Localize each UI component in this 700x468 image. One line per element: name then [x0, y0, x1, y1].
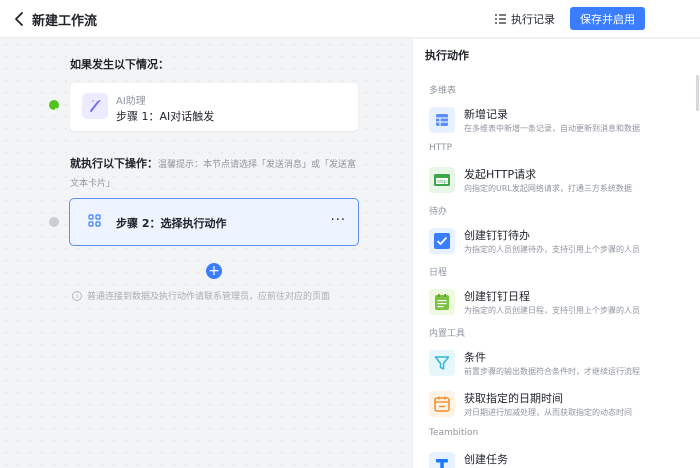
if-condition-label: 如果发生以下情况：	[70, 58, 169, 71]
action-item-create-calendar[interactable]: 创建钉钉日程 为指定的人员创建日程，支持引用上个步骤的人员	[429, 285, 679, 325]
then-action-text: 就执行以下操作：	[70, 157, 158, 170]
action-item-desc: 在多维表中新增一条记录，自动更新到消息和数据	[464, 124, 640, 133]
action-item-title: 创建任务	[464, 453, 508, 466]
permission-notice: i 普通连接到数据及执行动作请联系管理员，应前往对应的页面	[72, 289, 330, 302]
svg-text:http: http	[437, 179, 446, 185]
trigger-status-icon	[49, 100, 59, 113]
then-action-label: 就执行以下操作：温馨提示：本节点请选择「发送消息」或「发送富文本卡片」	[70, 155, 360, 193]
action-item-title: 创建钉钉日程	[464, 290, 530, 303]
action-step-title: 步骤 2：选择执行动作	[116, 217, 227, 230]
trigger-step-card[interactable]: AI助理 步骤 1：AI对话触发	[70, 83, 358, 131]
action-item-title: 新增记录	[464, 108, 508, 121]
action-item-title: 创建钉钉待办	[464, 229, 530, 242]
action-item-http-request[interactable]: http 发起HTTP请求 向指定的URL发起网络请求，打通三方系统数据	[429, 163, 679, 203]
action-status-icon	[49, 217, 59, 227]
action-item-create-todo[interactable]: 创建钉钉待办 为指定的人员创建待办，支持引用上个步骤的人员	[429, 224, 679, 264]
group-label-todo: 待办	[429, 207, 448, 217]
date-time-icon	[429, 391, 455, 417]
action-item-desc: 为指定的人员创建日程，支持引用上个步骤的人员	[464, 306, 640, 315]
action-item-title: 条件	[464, 351, 486, 364]
back-arrow-icon[interactable]	[12, 10, 28, 28]
group-label-bitable: 多维表	[429, 86, 457, 96]
info-icon: i	[72, 290, 82, 301]
ai-wand-icon	[82, 93, 108, 119]
action-picker-panel: 执行动作 多维表 新增记录 在多维表中新增一条记录，自动更新到消息和数据 HTT…	[412, 39, 700, 468]
list-filter-icon	[495, 14, 506, 24]
http-icon: http	[429, 167, 455, 193]
action-item-add-record[interactable]: 新增记录 在多维表中新增一条记录，自动更新到消息和数据	[429, 103, 679, 143]
execution-history-label: 执行记录	[511, 13, 555, 26]
filter-icon	[429, 350, 455, 376]
group-label-calendar: 日程	[429, 268, 448, 278]
action-item-create-task[interactable]: 创建任务	[429, 448, 679, 468]
execution-history-button[interactable]: 执行记录	[494, 9, 555, 29]
action-item-desc: 向指定的URL发起网络请求，打通三方系统数据	[464, 184, 632, 193]
action-item-condition[interactable]: 条件 前置步骤的输出数据符合条件时，才继续运行流程	[429, 346, 679, 386]
group-label-builtin-tools: 内置工具	[429, 329, 466, 339]
trigger-step-title: 步骤 1：AI对话触发	[116, 110, 215, 123]
action-step-card[interactable]: 步骤 2：选择执行动作 ···	[69, 198, 359, 246]
save-and-enable-button[interactable]: 保存并启用	[570, 7, 645, 30]
group-label-http: HTTP	[429, 143, 453, 153]
table-icon	[429, 107, 455, 133]
more-options-icon[interactable]: ···	[331, 213, 346, 228]
top-header: 新建工作流 执行记录 保存并启用	[0, 0, 700, 38]
action-item-get-datetime[interactable]: 获取指定的日期时间 对日期进行加减处理，从而获取指定的动态时间	[429, 387, 679, 427]
action-item-title: 发起HTTP请求	[464, 168, 537, 181]
action-item-desc: 前置步骤的输出数据符合条件时，才继续运行流程	[464, 367, 640, 376]
panel-scrollbar[interactable]	[696, 75, 699, 111]
action-item-desc: 为指定的人员创建待办，支持引用上个步骤的人员	[464, 245, 640, 254]
group-label-teambition: Teambition	[429, 428, 479, 438]
page-title: 新建工作流	[32, 14, 98, 29]
add-step-button[interactable]: +	[206, 263, 222, 279]
permission-notice-text: 普通连接到数据及执行动作请联系管理员，应前往对应的页面	[87, 292, 331, 302]
todo-check-icon	[429, 228, 455, 254]
calendar-icon	[429, 289, 455, 315]
action-item-title: 获取指定的日期时间	[464, 392, 563, 405]
action-item-desc: 对日期进行加减处理，从而获取指定的动态时间	[464, 408, 632, 417]
trigger-app-name: AI助理	[116, 96, 146, 107]
grid-apps-icon	[88, 214, 101, 227]
panel-title: 执行动作	[425, 49, 469, 62]
teambition-icon	[429, 452, 455, 468]
workflow-canvas: 如果发生以下情况： AI助理 步骤 1：AI对话触发 就执行以下操作：温馨提示：…	[0, 39, 412, 468]
